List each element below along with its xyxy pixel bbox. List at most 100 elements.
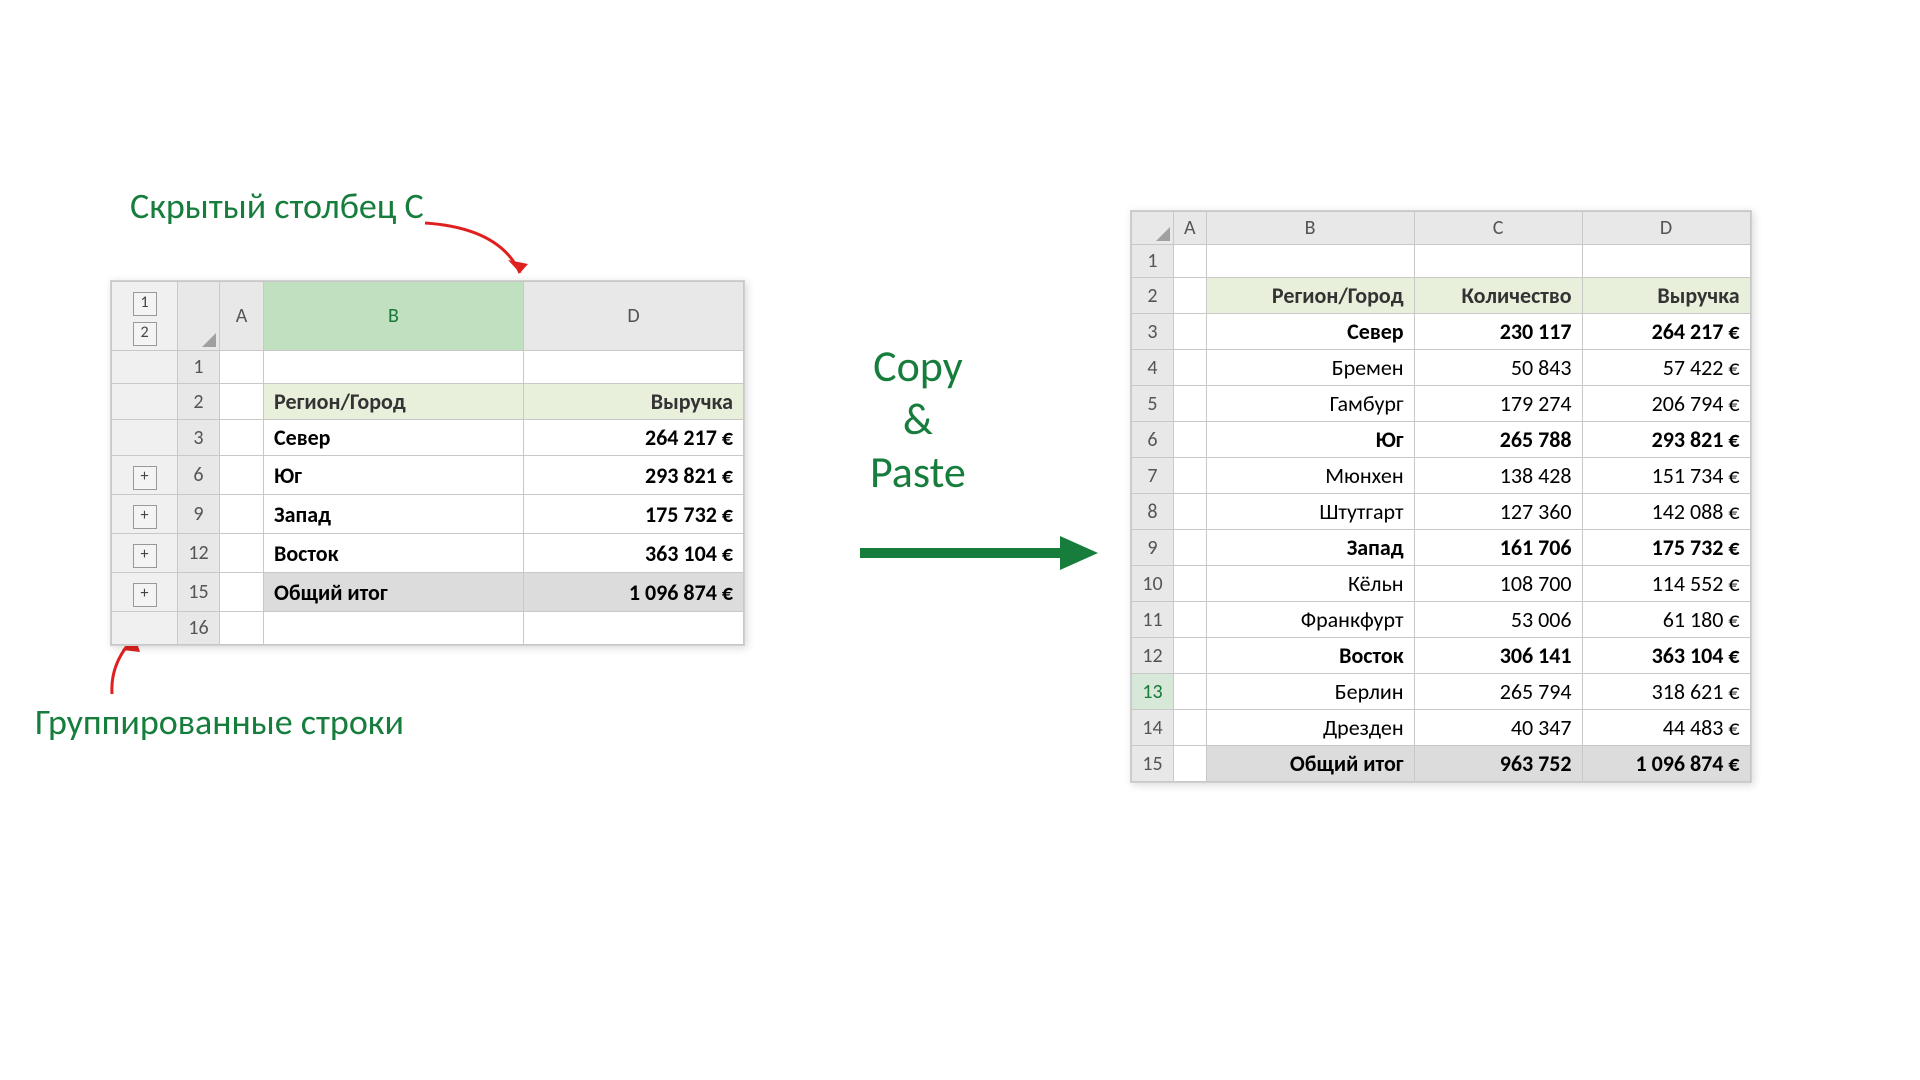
row-header[interactable]: 12: [178, 534, 220, 573]
row-header[interactable]: 5: [1132, 386, 1174, 422]
cell[interactable]: [220, 534, 264, 573]
row-header[interactable]: 12: [1132, 638, 1174, 674]
cell-region[interactable]: Франкфурт: [1206, 602, 1414, 638]
row-header[interactable]: 15: [178, 573, 220, 612]
row-header[interactable]: 16: [178, 612, 220, 645]
cell[interactable]: [1174, 245, 1207, 278]
outline-expand[interactable]: +: [133, 544, 157, 568]
row-header[interactable]: 11: [1132, 602, 1174, 638]
cell-region[interactable]: Восток: [1206, 638, 1414, 674]
cell[interactable]: [1206, 245, 1414, 278]
row-header[interactable]: 14: [1132, 710, 1174, 746]
row-header[interactable]: 4: [1132, 350, 1174, 386]
row-header[interactable]: 6: [178, 456, 220, 495]
col-header-D[interactable]: D: [1582, 212, 1750, 245]
cell-region[interactable]: Запад: [264, 495, 524, 534]
cell-rev[interactable]: 175 732 €: [1582, 530, 1750, 566]
cell[interactable]: [524, 612, 744, 645]
col-header-A[interactable]: A: [220, 282, 264, 351]
row-header[interactable]: 6: [1132, 422, 1174, 458]
cell-total-qty[interactable]: 963 752: [1414, 746, 1582, 782]
cell[interactable]: [524, 351, 744, 384]
cell-qty[interactable]: 230 117: [1414, 314, 1582, 350]
row-header[interactable]: 1: [178, 351, 220, 384]
cell[interactable]: [1174, 674, 1207, 710]
cell-region[interactable]: Штутгарт: [1206, 494, 1414, 530]
cell-qty[interactable]: 265 794: [1414, 674, 1582, 710]
cell[interactable]: [220, 573, 264, 612]
outline-expand[interactable]: +: [133, 583, 157, 607]
cell[interactable]: [220, 351, 264, 384]
row-header[interactable]: 9: [178, 495, 220, 534]
outline-expand[interactable]: +: [133, 466, 157, 490]
cell-rev[interactable]: 264 217 €: [1582, 314, 1750, 350]
cell-region[interactable]: Север: [264, 420, 524, 456]
row-header[interactable]: 13: [1132, 674, 1174, 710]
cell[interactable]: [220, 420, 264, 456]
select-all-corner[interactable]: [178, 282, 220, 351]
outline-level-1[interactable]: 1: [133, 292, 157, 316]
cell-qty[interactable]: 53 006: [1414, 602, 1582, 638]
cell-qty[interactable]: 108 700: [1414, 566, 1582, 602]
cell-region[interactable]: Юг: [1206, 422, 1414, 458]
cell-region[interactable]: Восток: [264, 534, 524, 573]
col-header-A[interactable]: A: [1174, 212, 1207, 245]
outline-expand[interactable]: +: [133, 505, 157, 529]
cell-qty[interactable]: 306 141: [1414, 638, 1582, 674]
select-all-corner[interactable]: [1132, 212, 1174, 245]
cell-qty[interactable]: 127 360: [1414, 494, 1582, 530]
cell-region[interactable]: Дрезден: [1206, 710, 1414, 746]
cell[interactable]: [1582, 245, 1750, 278]
cell[interactable]: [220, 495, 264, 534]
cell[interactable]: [264, 612, 524, 645]
cell-qty[interactable]: 50 843: [1414, 350, 1582, 386]
cell[interactable]: [1174, 422, 1207, 458]
row-header[interactable]: 2: [1132, 278, 1174, 314]
cell-region[interactable]: Гамбург: [1206, 386, 1414, 422]
cell-total-label[interactable]: Общий итог: [1206, 746, 1414, 782]
row-header[interactable]: 3: [178, 420, 220, 456]
col-header-C[interactable]: C: [1414, 212, 1582, 245]
col-header-B[interactable]: B: [1206, 212, 1414, 245]
cell-qty[interactable]: 179 274: [1414, 386, 1582, 422]
cell-region[interactable]: Берлин: [1206, 674, 1414, 710]
cell-qty[interactable]: 138 428: [1414, 458, 1582, 494]
cell-region[interactable]: Юг: [264, 456, 524, 495]
cell[interactable]: [1174, 386, 1207, 422]
row-header[interactable]: 1: [1132, 245, 1174, 278]
cell-rev[interactable]: 363 104 €: [1582, 638, 1750, 674]
cell-rev[interactable]: 206 794 €: [1582, 386, 1750, 422]
outline-level-2[interactable]: 2: [133, 322, 157, 346]
header-region[interactable]: Регион/Город: [1206, 278, 1414, 314]
cell[interactable]: [1174, 350, 1207, 386]
row-header[interactable]: 9: [1132, 530, 1174, 566]
cell[interactable]: [220, 612, 264, 645]
cell-rev[interactable]: 57 422 €: [1582, 350, 1750, 386]
row-header[interactable]: 10: [1132, 566, 1174, 602]
cell-total-rev[interactable]: 1 096 874 €: [1582, 746, 1750, 782]
row-header[interactable]: 2: [178, 384, 220, 420]
cell[interactable]: [1414, 245, 1582, 278]
row-header[interactable]: 15: [1132, 746, 1174, 782]
cell[interactable]: [1174, 458, 1207, 494]
cell[interactable]: [1174, 602, 1207, 638]
cell-region[interactable]: Кёльн: [1206, 566, 1414, 602]
cell-region[interactable]: Запад: [1206, 530, 1414, 566]
cell[interactable]: [220, 384, 264, 420]
cell-qty[interactable]: 161 706: [1414, 530, 1582, 566]
cell[interactable]: [1174, 746, 1207, 782]
cell[interactable]: [220, 456, 264, 495]
row-header[interactable]: 7: [1132, 458, 1174, 494]
cell[interactable]: [1174, 566, 1207, 602]
cell[interactable]: [1174, 638, 1207, 674]
cell-total-label[interactable]: Общий итог: [264, 573, 524, 612]
cell-region[interactable]: Мюнхен: [1206, 458, 1414, 494]
cell-total-value[interactable]: 1 096 874 €: [524, 573, 744, 612]
cell[interactable]: [1174, 530, 1207, 566]
header-region[interactable]: Регион/Город: [264, 384, 524, 420]
cell-region[interactable]: Север: [1206, 314, 1414, 350]
header-rev[interactable]: Выручка: [1582, 278, 1750, 314]
header-qty[interactable]: Количество: [1414, 278, 1582, 314]
cell-qty[interactable]: 265 788: [1414, 422, 1582, 458]
row-header[interactable]: 8: [1132, 494, 1174, 530]
